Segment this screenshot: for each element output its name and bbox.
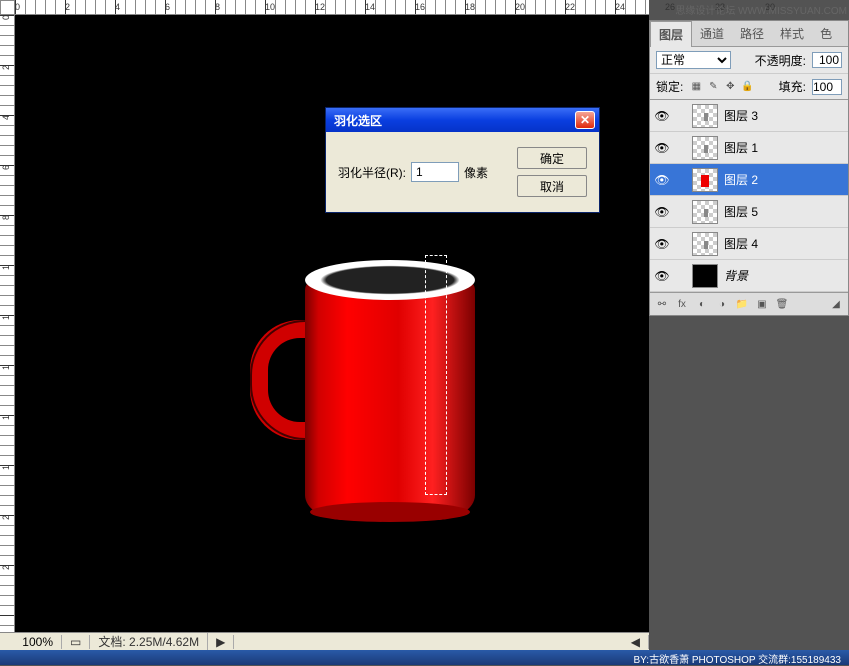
fill-label: 填充:: [779, 78, 806, 95]
layers-panel: 图层 通道 路径 样式 色 正常 不透明度: 锁定: ▦ ✎ ✥ 🔒 填充: 👁…: [649, 20, 849, 316]
layer-name: 图层 1: [724, 139, 844, 156]
lock-label: 锁定:: [656, 78, 683, 95]
new-layer-icon[interactable]: ▣: [754, 297, 770, 311]
blend-mode-select[interactable]: 正常: [656, 51, 731, 69]
layer-name: 图层 3: [724, 107, 844, 124]
layer-thumbnail[interactable]: [692, 104, 718, 128]
dialog-titlebar[interactable]: 羽化选区 ✕: [326, 108, 599, 132]
layer-thumbnail[interactable]: [692, 232, 718, 256]
layer-row[interactable]: 👁 图层 3: [650, 100, 848, 132]
footer-credit: BY:古欲香萧 PHOTOSHOP 交流群:155189433: [0, 650, 849, 665]
layer-row[interactable]: 👁 图层 1: [650, 132, 848, 164]
mug-artwork: [255, 250, 485, 530]
marquee-selection[interactable]: [425, 255, 447, 495]
layer-name: 图层 5: [724, 203, 844, 220]
radius-label: 羽化半径(R):: [338, 164, 406, 181]
fill-input[interactable]: [812, 79, 842, 95]
docinfo-label: 文档:: [98, 635, 125, 649]
close-icon[interactable]: ✕: [575, 111, 595, 129]
layer-thumbnail[interactable]: [692, 200, 718, 224]
layer-thumbnail[interactable]: [692, 264, 718, 288]
ruler-vertical: 024681111122: [0, 15, 15, 637]
zoom-input[interactable]: [8, 635, 53, 649]
fx-icon[interactable]: fx: [674, 297, 690, 311]
lock-move-icon[interactable]: ✥: [723, 80, 737, 94]
trash-icon[interactable]: 🗑: [774, 297, 790, 311]
visibility-icon[interactable]: 👁: [654, 205, 670, 219]
scroll-left-icon[interactable]: ◀: [623, 635, 649, 649]
layer-row[interactable]: 👁 背景: [650, 260, 848, 292]
visibility-icon[interactable]: 👁: [654, 269, 670, 283]
ruler-corner: [0, 0, 15, 15]
feather-dialog: 羽化选区 ✕ 羽化半径(R): 像素 确定 取消: [325, 107, 600, 213]
visibility-icon[interactable]: 👁: [654, 173, 670, 187]
visibility-icon[interactable]: 👁: [654, 109, 670, 123]
docinfo: 2.25M/4.62M: [129, 635, 199, 649]
layer-name: 图层 4: [724, 235, 844, 252]
link-layers-icon[interactable]: ⚯: [654, 297, 670, 311]
folder-icon[interactable]: 📁: [734, 297, 750, 311]
status-bar: ▭ 文档: 2.25M/4.62M ▶ ◀: [0, 632, 649, 650]
radius-input[interactable]: [411, 162, 459, 182]
layer-name: 背景: [724, 267, 844, 284]
visibility-icon[interactable]: 👁: [654, 237, 670, 251]
visibility-icon[interactable]: 👁: [654, 141, 670, 155]
mask-icon[interactable]: ◐: [694, 297, 710, 311]
ok-button[interactable]: 确定: [517, 147, 587, 169]
lock-transparent-icon[interactable]: ▦: [689, 80, 703, 94]
layer-row[interactable]: 👁 图层 4: [650, 228, 848, 260]
ruler-horizontal: 024681012141618202224262830: [15, 0, 649, 15]
opacity-input[interactable]: [812, 52, 842, 68]
watermark-text: 思缘设计论坛 WWW.MISSYUAN.COM: [675, 2, 847, 17]
tab-color[interactable]: 色: [812, 21, 840, 46]
docinfo-arrow-icon[interactable]: ▶: [208, 635, 234, 649]
layer-thumbnail[interactable]: [692, 168, 718, 192]
tab-styles[interactable]: 样式: [772, 21, 812, 46]
lock-paint-icon[interactable]: ✎: [706, 80, 720, 94]
panel-resize-icon[interactable]: ◢: [828, 297, 844, 311]
opacity-label: 不透明度:: [755, 52, 806, 69]
layers-list: 👁 图层 3 👁 图层 1 👁 图层 2 👁 图层 5 👁 图层 4 👁 背景: [650, 100, 848, 292]
adjustment-icon[interactable]: ◑: [714, 297, 730, 311]
lock-all-icon[interactable]: 🔒: [740, 80, 754, 94]
cancel-button[interactable]: 取消: [517, 175, 587, 197]
dialog-title: 羽化选区: [330, 112, 575, 129]
panel-tabs: 图层 通道 路径 样式 色: [650, 21, 848, 47]
tab-channels[interactable]: 通道: [692, 21, 732, 46]
layer-name: 图层 2: [724, 171, 844, 188]
panel-footer: ⚯ fx ◐ ◑ 📁 ▣ 🗑 ◢: [650, 292, 848, 315]
tab-paths[interactable]: 路径: [732, 21, 772, 46]
unit-label: 像素: [464, 164, 488, 181]
scratch-icon[interactable]: ▭: [62, 635, 90, 649]
layer-row[interactable]: 👁 图层 5: [650, 196, 848, 228]
layer-thumbnail[interactable]: [692, 136, 718, 160]
tab-layers[interactable]: 图层: [650, 21, 692, 47]
layer-row[interactable]: 👁 图层 2: [650, 164, 848, 196]
